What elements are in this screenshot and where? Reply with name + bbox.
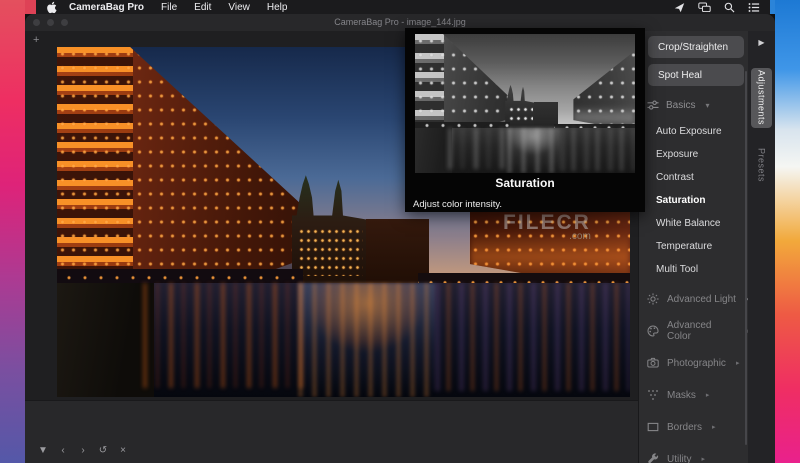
camera-icon [647,357,659,368]
screen: CameraBag Pro File Edit View Help Camera… [0,0,800,463]
left-reflections [142,283,304,388]
sliders-icon [647,100,659,110]
side-tab-strip: ▶ Adjustments Presets [748,31,775,463]
chevron-right-icon: ▸ [701,456,705,463]
right-reflections [560,127,635,171]
next-image-icon[interactable]: › [77,445,89,456]
menu-view[interactable]: View [228,2,250,13]
menu-help[interactable]: Help [267,2,288,13]
chevron-right-icon: ▸ [705,392,710,399]
bottom-bar: ▼ ‹ › ↺ × [25,400,638,463]
basics-item-white-balance[interactable]: White Balance [639,212,749,235]
tooltip-description: Adjust color intensity. [413,199,503,210]
reset-icon[interactable]: ↺ [97,445,109,456]
search-icon[interactable] [724,2,735,13]
section-masks[interactable]: Masks ▸ [639,379,751,411]
canal-water [415,127,635,173]
previous-image-icon[interactable]: ‹ [57,445,69,456]
right-reflections [435,283,630,392]
filmstrip-controls: ▼ ‹ › ↺ × [37,445,129,456]
center-reflections [297,283,436,397]
wallpaper-gap-left [25,0,36,14]
section-label: Masks [667,389,696,401]
list-icon[interactable] [748,2,760,13]
tool-tooltip: Saturation Adjust color intensity. [405,28,645,212]
section-label: Photographic [667,357,726,369]
basics-section-header[interactable]: Basics ▾ [647,99,709,111]
section-photographic[interactable]: Photographic ▸ [639,347,751,379]
basics-item-temperature[interactable]: Temperature [639,235,749,258]
section-borders[interactable]: Borders ▸ [639,411,751,443]
section-label: Utility [667,453,692,463]
left-reflections [448,127,510,170]
menu-edit[interactable]: Edit [194,2,211,13]
menu-bar: CameraBag Pro File Edit View Help [36,0,770,14]
wallpaper-left-strip [0,0,25,463]
canal-quay-wall [415,127,453,173]
section-label: Borders [667,421,703,433]
section-utility[interactable]: Utility ▸ [639,443,751,463]
share-arrow-icon[interactable] [674,2,685,13]
section-label: Advanced Light [667,293,736,305]
castle-window-lights [507,105,533,125]
section-advanced-light[interactable]: Advanced Light ▸ [639,283,751,315]
basics-item-exposure[interactable]: Exposure [639,143,749,166]
canal-water [57,283,630,397]
app-window: CameraBag Pro - image_144.jpg + FILECR .… [25,14,775,463]
castle-window-lights [298,226,364,277]
center-reflections [507,127,561,173]
panel-scrollbar[interactable] [745,71,747,445]
collapsed-sections: Advanced Light ▸ Advanced Color ▸ [639,283,751,463]
tooltip-preview-scene [415,34,635,173]
tooltip-title: Saturation [495,176,555,190]
basics-item-saturation[interactable]: Saturation [639,189,749,212]
chevron-right-icon: ▸ [735,360,740,367]
menu-app-name[interactable]: CameraBag Pro [69,2,144,13]
tab-presets[interactable]: Presets [751,139,772,191]
tooltip-preview [415,34,635,173]
basics-list: Auto Exposure Exposure Contrast Saturati… [639,120,749,281]
chevron-down-icon: ▾ [705,100,710,110]
menu-file[interactable]: File [161,2,177,13]
sun-icon [647,293,659,305]
crosshair-cursor-icon: + [33,34,40,46]
basics-item-contrast[interactable]: Contrast [639,166,749,189]
displays-icon[interactable] [698,2,711,13]
wrench-icon [648,453,659,463]
wallpaper-gap-right [770,0,775,14]
basics-item-auto-exposure[interactable]: Auto Exposure [639,120,749,143]
apple-icon[interactable] [46,1,57,13]
zoom-button[interactable] [61,19,68,26]
section-advanced-color[interactable]: Advanced Color ▸ [639,315,751,347]
window-title: CameraBag Pro - image_144.jpg [334,17,466,27]
tab-adjustments[interactable]: Adjustments [751,68,772,128]
minimize-button[interactable] [47,19,54,26]
basics-item-multi-tool[interactable]: Multi Tool [639,258,749,281]
spot-heal-button[interactable]: Spot Heal [648,64,744,86]
collapse-panel-icon[interactable]: ▶ [748,38,775,47]
title-bar: CameraBag Pro - image_144.jpg [25,14,775,31]
masks-icon [648,390,658,400]
border-frame-icon [647,422,659,432]
close-button[interactable] [33,19,40,26]
basics-label: Basics [666,99,696,111]
menu-status-area [674,2,760,13]
collapse-filmstrip-icon[interactable]: ▼ [37,445,49,456]
wallpaper-right-strip [775,0,800,463]
crop-straighten-button[interactable]: Crop/Straighten [648,36,744,58]
close-image-icon[interactable]: × [117,445,129,456]
section-label: Advanced Color [667,320,712,342]
chevron-right-icon: ▸ [712,424,716,431]
canal-quay-wall [57,283,155,397]
palette-icon [647,325,659,337]
